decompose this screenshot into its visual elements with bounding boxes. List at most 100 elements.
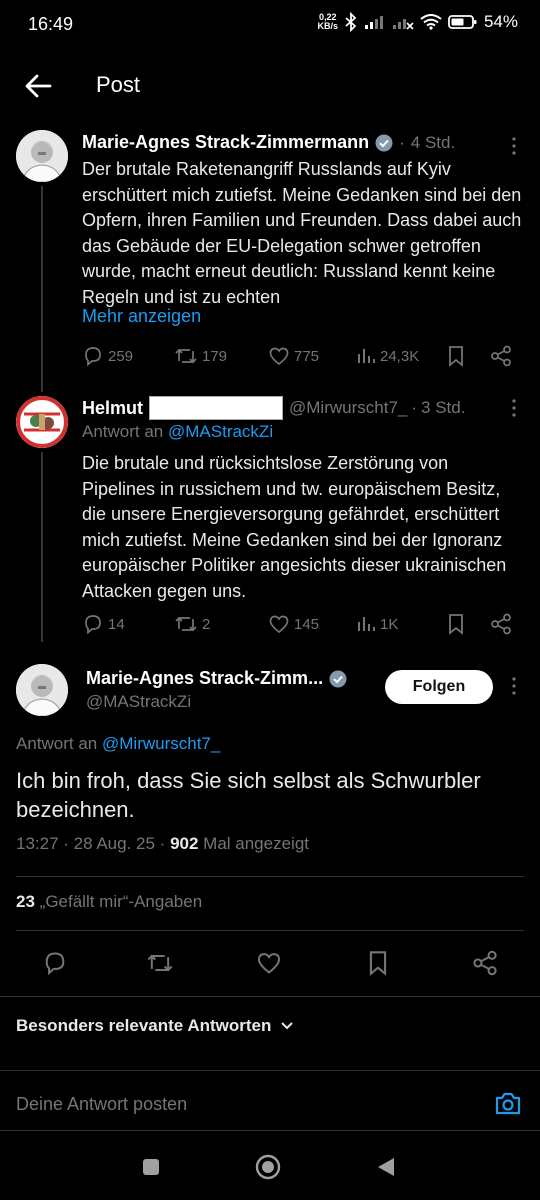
like-icon — [268, 613, 290, 635]
tweet1-dot: · — [399, 132, 405, 152]
system-nav-bar — [0, 1134, 540, 1200]
more-icon[interactable] — [504, 676, 524, 696]
tweet1-author[interactable]: Marie-Agnes Strack-Zimmermann — [82, 132, 369, 153]
views-icon — [356, 345, 376, 367]
divider — [0, 1070, 540, 1071]
redacted-name — [149, 396, 284, 420]
status-time: 16:49 — [28, 14, 74, 34]
reply-icon[interactable] — [42, 950, 68, 976]
reply-button[interactable]: 259 — [82, 345, 133, 367]
network-speed: 0,22 KB/s — [317, 13, 338, 31]
reply-to-link[interactable]: @MAStrackZi — [168, 422, 273, 441]
chevron-down-icon — [279, 1018, 295, 1034]
tweet1-time: 4 Std. — [410, 132, 456, 152]
verified-icon — [375, 134, 393, 152]
camera-icon[interactable] — [494, 1090, 522, 1116]
more-icon[interactable] — [504, 398, 524, 418]
replies-sort-dropdown[interactable]: Besonders relevante Antworten — [16, 1016, 295, 1036]
main-timestamp: 13:27 · 28 Aug. 25 · — [16, 834, 171, 853]
bookmark-icon[interactable] — [446, 613, 466, 635]
divider — [0, 996, 540, 997]
top-header: Post — [0, 56, 540, 116]
status-bar: 16:49 0,22 KB/s 54% — [0, 0, 540, 50]
recents-icon[interactable] — [142, 1158, 160, 1176]
thread-line — [41, 186, 43, 392]
tweet2-text: Die brutale und rücksichtslose Zerstörun… — [82, 453, 507, 601]
likes-label: „Gefällt mir“-Angaben — [39, 892, 203, 911]
bluetooth-icon — [344, 12, 358, 32]
like-button[interactable]: 145 — [268, 613, 319, 635]
main-meta: 13:27 · 28 Aug. 25 · 902 Mal angezeigt — [16, 834, 309, 854]
reply-prefix: Antwort an — [82, 422, 164, 441]
tweet2-handle[interactable]: @Mirwurscht7_ — [289, 398, 407, 418]
divider — [16, 876, 524, 877]
tweet1-actions: 259 179 775 24,3K — [82, 344, 522, 368]
like-icon — [268, 345, 290, 367]
main-handle[interactable]: @MAStrackZi — [86, 692, 191, 712]
views-count: 24,3K — [380, 347, 420, 365]
tweet2-time: 3 Std. — [421, 398, 466, 417]
repost-count: 179 — [202, 347, 228, 365]
avatar-strack-zimmermann[interactable] — [16, 130, 68, 182]
tweet2-reply-context: Antwort an @MAStrackZi — [82, 422, 273, 442]
main-author[interactable]: Marie-Agnes Strack-Zimm... — [86, 668, 323, 689]
main-text: Ich bin froh, dass Sie sich selbst als S… — [16, 768, 481, 822]
main-author-row: Marie-Agnes Strack-Zimm... — [86, 668, 347, 689]
avatar-main-author[interactable] — [16, 664, 68, 716]
share-icon[interactable] — [490, 345, 512, 367]
wifi-icon — [420, 14, 442, 30]
repost-icon[interactable] — [146, 950, 174, 976]
tweet2-dot: · — [411, 398, 418, 417]
likes-count: 23 — [16, 892, 35, 911]
verified-icon — [329, 670, 347, 688]
reply-count: 259 — [108, 347, 134, 365]
views-button[interactable]: 24,3K — [356, 345, 419, 367]
signal-icon — [364, 14, 386, 30]
back-nav-icon[interactable] — [376, 1156, 396, 1178]
back-arrow-icon[interactable] — [22, 70, 54, 102]
page-title: Post — [96, 72, 141, 97]
views-icon — [356, 613, 376, 635]
show-more-link[interactable]: Mehr anzeigen — [82, 306, 201, 327]
repost-button[interactable]: 2 — [174, 613, 210, 635]
battery-icon — [448, 14, 478, 30]
tweet1-text: Der brutale Raketenangriff Russlands auf… — [82, 159, 522, 307]
main-reply-context: Antwort an @Mirwurscht7_ — [16, 734, 220, 754]
views-button[interactable]: 1K — [356, 613, 398, 635]
share-icon[interactable] — [490, 613, 512, 635]
divider — [0, 1130, 540, 1131]
home-icon[interactable] — [255, 1154, 281, 1180]
follow-button[interactable]: Folgen — [385, 670, 493, 704]
like-icon[interactable] — [256, 950, 282, 976]
like-button[interactable]: 775 — [268, 345, 319, 367]
views-count: 1K — [380, 615, 399, 633]
reply-icon — [82, 613, 104, 635]
repost-button[interactable]: 179 — [174, 345, 227, 367]
repost-icon — [174, 345, 198, 367]
reply-prefix: Antwort an — [16, 734, 98, 753]
reply-input[interactable]: Deine Antwort posten — [16, 1094, 476, 1115]
tweet2-author[interactable]: Helmut — [82, 398, 143, 419]
network-speed-unit: KB/s — [317, 21, 338, 31]
main-views-label: Mal angezeigt — [198, 834, 310, 853]
repost-icon — [174, 613, 198, 635]
divider — [16, 930, 524, 931]
bookmark-icon[interactable] — [446, 345, 466, 367]
like-count: 145 — [294, 615, 320, 633]
tweet1-header: Marie-Agnes Strack-Zimmermann · 4 Std. — [82, 132, 522, 153]
likes-summary[interactable]: 23 „Gefällt mir“-Angaben — [16, 892, 202, 912]
replies-sort-label: Besonders relevante Antworten — [16, 1016, 272, 1035]
more-icon[interactable] — [504, 136, 524, 156]
like-count: 775 — [294, 347, 320, 365]
thread-line — [41, 452, 43, 642]
tweet2-header: Helmut @Mirwurscht7_ · 3 Std. — [82, 396, 502, 420]
avatar-helmut[interactable] — [16, 396, 68, 448]
signal-off-icon — [392, 14, 414, 30]
reply-button[interactable]: 14 — [82, 613, 125, 635]
reply-count: 14 — [108, 615, 125, 633]
bookmark-icon[interactable] — [366, 950, 390, 976]
battery-percent: 54% — [483, 12, 518, 31]
reply-to-link[interactable]: @Mirwurscht7_ — [102, 734, 220, 753]
reply-icon — [82, 345, 104, 367]
share-icon[interactable] — [472, 950, 498, 976]
